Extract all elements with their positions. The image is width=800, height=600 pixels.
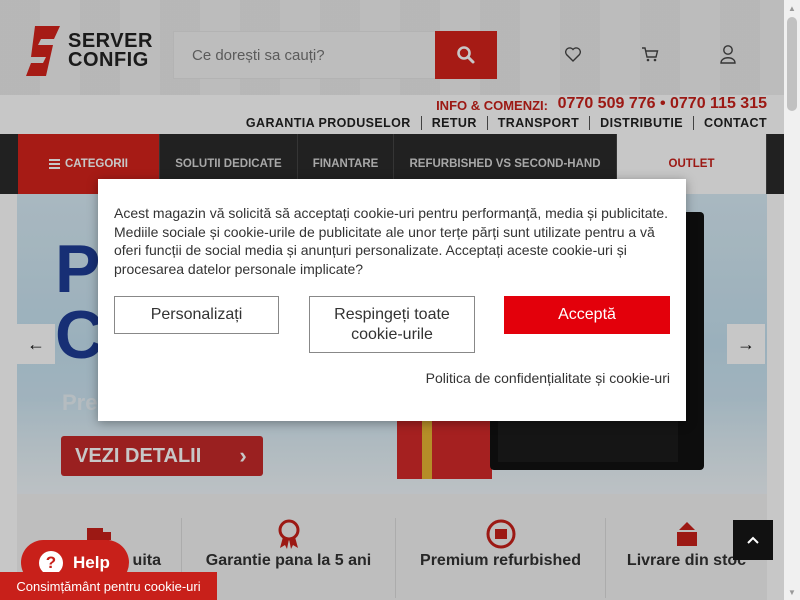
cookie-dialog-text: Acest magazin vă solicită să acceptați c… — [114, 205, 669, 277]
cookie-consent-tab[interactable]: Consimțământ pentru cookie-uri — [0, 572, 217, 600]
page-scrollbar[interactable]: ▲ ▼ — [784, 0, 800, 600]
question-icon: ? — [39, 550, 63, 575]
scroll-down-arrow-icon[interactable]: ▼ — [784, 584, 800, 600]
reject-all-button[interactable]: Respingeți toate cookie-urile — [309, 296, 475, 353]
cookie-dialog: Acest magazin vă solicită să acceptați c… — [98, 179, 686, 421]
help-label: Help — [73, 552, 110, 572]
customize-button[interactable]: Personalizați — [114, 296, 279, 334]
back-to-top-button[interactable] — [733, 520, 773, 560]
scroll-thumb[interactable] — [787, 17, 797, 111]
privacy-policy-link[interactable]: Politica de confidențialitate și cookie-… — [426, 370, 670, 386]
accept-button[interactable]: Acceptă — [504, 296, 670, 334]
chevron-up-icon — [747, 536, 759, 544]
scroll-up-arrow-icon[interactable]: ▲ — [784, 0, 800, 16]
